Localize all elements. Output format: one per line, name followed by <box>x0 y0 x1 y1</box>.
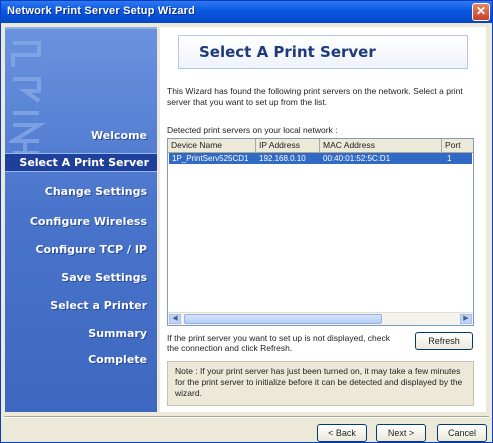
sidebar-item-configure-wireless: Configure Wireless <box>29 215 147 228</box>
print-logo-decoration <box>9 41 47 159</box>
scroll-left-button[interactable]: ◀ <box>169 314 181 324</box>
list-header: Device Name IP Address MAC Address Port <box>168 139 473 153</box>
sidebar-item-configure-tcp-ip: Configure TCP / IP <box>35 243 147 256</box>
window-title: Network Print Server Setup Wizard <box>7 5 196 17</box>
note-text: Note : If your print server has just bee… <box>175 366 463 398</box>
back-button[interactable]: < Back <box>317 424 367 442</box>
sidebar-item-select-printer: Select a Printer <box>50 299 147 312</box>
wizard-window: Network Print Server Setup Wizard ✕ Welc… <box>0 0 493 443</box>
next-button[interactable]: Next > <box>376 424 426 442</box>
arrow-right-icon: ▶ <box>463 315 469 322</box>
sidebar-item-save-settings: Save Settings <box>61 271 147 284</box>
sidebar-item-welcome: Welcome <box>91 129 147 142</box>
cell-device-name: 1P_PrintServ525CD1 <box>172 154 249 163</box>
sidebar-item-complete: Complete <box>88 353 147 366</box>
sidebar-item-change-settings: Change Settings <box>44 185 147 198</box>
close-button[interactable]: ✕ <box>472 3 490 21</box>
cell-mac-address: 00:40:01:52:5C:D1 <box>323 154 391 163</box>
scroll-thumb[interactable] <box>184 314 382 324</box>
page-header: Select A Print Server <box>178 35 468 69</box>
page-title: Select A Print Server <box>199 43 376 61</box>
main-panel: Select A Print Server This Wizard has fo… <box>160 27 486 412</box>
title-bar: Network Print Server Setup Wizard ✕ <box>1 1 492 23</box>
scroll-right-button[interactable]: ▶ <box>460 314 472 324</box>
detected-servers-label: Detected print servers on your local net… <box>167 125 338 135</box>
sidebar-item-label: Select A Print Server <box>19 156 149 169</box>
cell-ip-address: 192.168.0.10 <box>259 154 306 163</box>
cell-port: 1 <box>447 154 452 163</box>
wizard-description: This Wizard has found the following prin… <box>167 86 463 107</box>
column-header-port[interactable]: Port <box>442 139 473 152</box>
print-server-list[interactable]: Device Name IP Address MAC Address Port … <box>167 138 474 326</box>
wizard-sidebar: Welcome Select A Print Server Change Set… <box>5 27 157 412</box>
note-box: Note : If your print server has just bee… <box>167 361 474 406</box>
sidebar-item-select-print-server: Select A Print Server <box>5 153 157 172</box>
list-item[interactable]: 1P_PrintServ525CD1 192.168.0.10 00:40:01… <box>169 153 472 164</box>
arrow-left-icon: ◀ <box>172 315 178 322</box>
column-header-device-name[interactable]: Device Name <box>168 139 256 152</box>
column-header-ip-address[interactable]: IP Address <box>256 139 320 152</box>
close-icon: ✕ <box>475 4 487 18</box>
wizard-content: Welcome Select A Print Server Change Set… <box>4 26 489 416</box>
sidebar-item-summary: Summary <box>88 327 147 340</box>
refresh-button[interactable]: Refresh <box>415 332 473 350</box>
help-text: If the print server you want to set up i… <box>167 333 391 353</box>
column-header-mac-address[interactable]: MAC Address <box>320 139 442 152</box>
cancel-button[interactable]: Cancel <box>437 424 487 442</box>
horizontal-scrollbar[interactable]: ◀ ▶ <box>168 312 473 325</box>
footer-divider <box>4 416 489 418</box>
